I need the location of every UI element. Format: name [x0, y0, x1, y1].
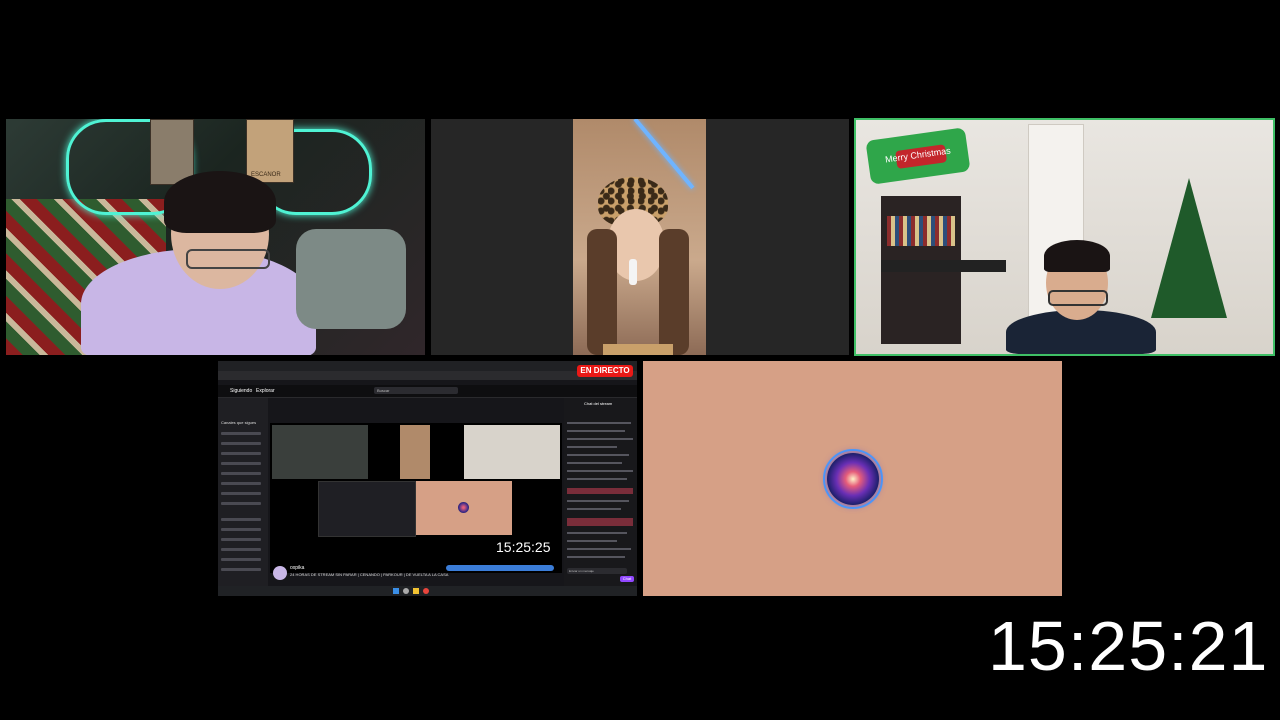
sidebar-item[interactable]	[221, 518, 261, 521]
glasses	[1048, 290, 1108, 306]
search-placeholder: Buscar	[377, 388, 390, 393]
search-icon[interactable]	[403, 588, 409, 594]
sidebar-item[interactable]	[221, 432, 261, 435]
mini-tile-4	[318, 481, 416, 537]
sidebar-heading: Canales que sigues	[221, 420, 257, 425]
hair-right	[659, 229, 689, 355]
channel-avatar[interactable]	[273, 566, 287, 580]
search-input[interactable]: Buscar	[374, 387, 458, 394]
start-icon[interactable]	[393, 588, 399, 594]
books	[887, 216, 955, 246]
twitch-sidebar: Canales que sigues	[218, 398, 268, 586]
mini-tile-5	[416, 481, 512, 535]
desk	[881, 260, 1006, 272]
video-tile-2[interactable]	[431, 119, 849, 355]
wall-poster	[150, 119, 194, 185]
chat-input[interactable]: Enviar un mensaje	[567, 568, 627, 574]
chat-message	[567, 470, 633, 472]
sidebar-item[interactable]	[221, 502, 261, 505]
sidebar-item[interactable]	[221, 442, 261, 445]
browser-tabbar	[218, 361, 637, 371]
sidebar-item[interactable]	[221, 482, 261, 485]
sidebar-item[interactable]	[221, 492, 261, 495]
stream-title: 24 HORAS DE STREAM SIN PARAR | CENANDO |…	[290, 572, 449, 577]
chat-heading: Chat del stream	[584, 401, 613, 406]
glasses	[186, 249, 270, 269]
chat-highlight	[567, 518, 633, 526]
mini-tile-1	[272, 425, 368, 479]
nav-following[interactable]: Siguiendo	[230, 388, 252, 394]
windows-taskbar	[218, 586, 637, 596]
chat-panel: Chat del stream Enviar un mensaje Chat	[564, 398, 637, 586]
twitch-navbar: Siguiendo Explorar Buscar	[218, 385, 637, 398]
chat-message	[567, 446, 617, 448]
screen-share-tile[interactable]: EN DIRECTO Siguiendo Explorar Buscar Can…	[218, 361, 637, 596]
chrome-icon[interactable]	[423, 588, 429, 594]
sidebar-item[interactable]	[221, 462, 261, 465]
spray-bottle	[629, 259, 637, 285]
hair	[1044, 240, 1110, 272]
wall-poster-escanor: ESCANOR	[246, 119, 294, 183]
video-tile-5[interactable]	[643, 361, 1062, 596]
hair-left	[587, 229, 617, 355]
chat-message	[567, 532, 627, 534]
chat-highlight	[567, 488, 633, 494]
galaxy-orb-icon	[827, 453, 879, 505]
folder-icon[interactable]	[413, 588, 419, 594]
video-tile-1[interactable]: ESCANOR	[6, 119, 425, 355]
video-tile-3[interactable]: Merry Christmas	[854, 118, 1275, 356]
main-clock: 15:25:21	[988, 607, 1269, 685]
channel-name[interactable]: oxpika	[290, 565, 304, 571]
chat-input-placeholder: Enviar un mensaje	[569, 569, 594, 573]
browser-urlbar[interactable]	[218, 371, 637, 380]
chat-message	[567, 556, 625, 558]
sidebar-item[interactable]	[221, 538, 261, 541]
chat-send-button[interactable]: Chat	[620, 576, 634, 582]
sidebar-item[interactable]	[221, 472, 261, 475]
sidebar-item[interactable]	[221, 528, 261, 531]
chat-message	[567, 438, 633, 440]
chat-message	[567, 454, 629, 456]
chat-message	[567, 500, 629, 502]
sidebar-item[interactable]	[221, 548, 261, 551]
chat-message	[567, 540, 617, 542]
chat-message	[567, 422, 631, 424]
sidebar-item[interactable]	[221, 452, 261, 455]
inner-clock: 15:25:25	[496, 539, 551, 555]
live-badge: EN DIRECTO	[577, 365, 633, 377]
sidebar-item[interactable]	[221, 568, 261, 571]
chat-message	[567, 478, 627, 480]
chat-message	[567, 430, 625, 432]
info-banner[interactable]	[446, 565, 554, 571]
christmas-tree	[1151, 178, 1227, 318]
leopard-blanket	[603, 344, 673, 355]
chat-message	[567, 508, 621, 510]
nav-browse[interactable]: Explorar	[256, 388, 275, 394]
mini-tile-2	[400, 425, 430, 479]
sidebar-item[interactable]	[221, 558, 261, 561]
mini-orb-icon	[458, 502, 469, 513]
chair-jacket	[296, 229, 406, 329]
christmas-sign: Merry Christmas	[865, 127, 971, 185]
chat-message	[567, 548, 631, 550]
phone-feed	[573, 119, 706, 355]
mini-tile-3	[464, 425, 560, 479]
hair	[164, 171, 276, 233]
chat-message	[567, 462, 622, 464]
